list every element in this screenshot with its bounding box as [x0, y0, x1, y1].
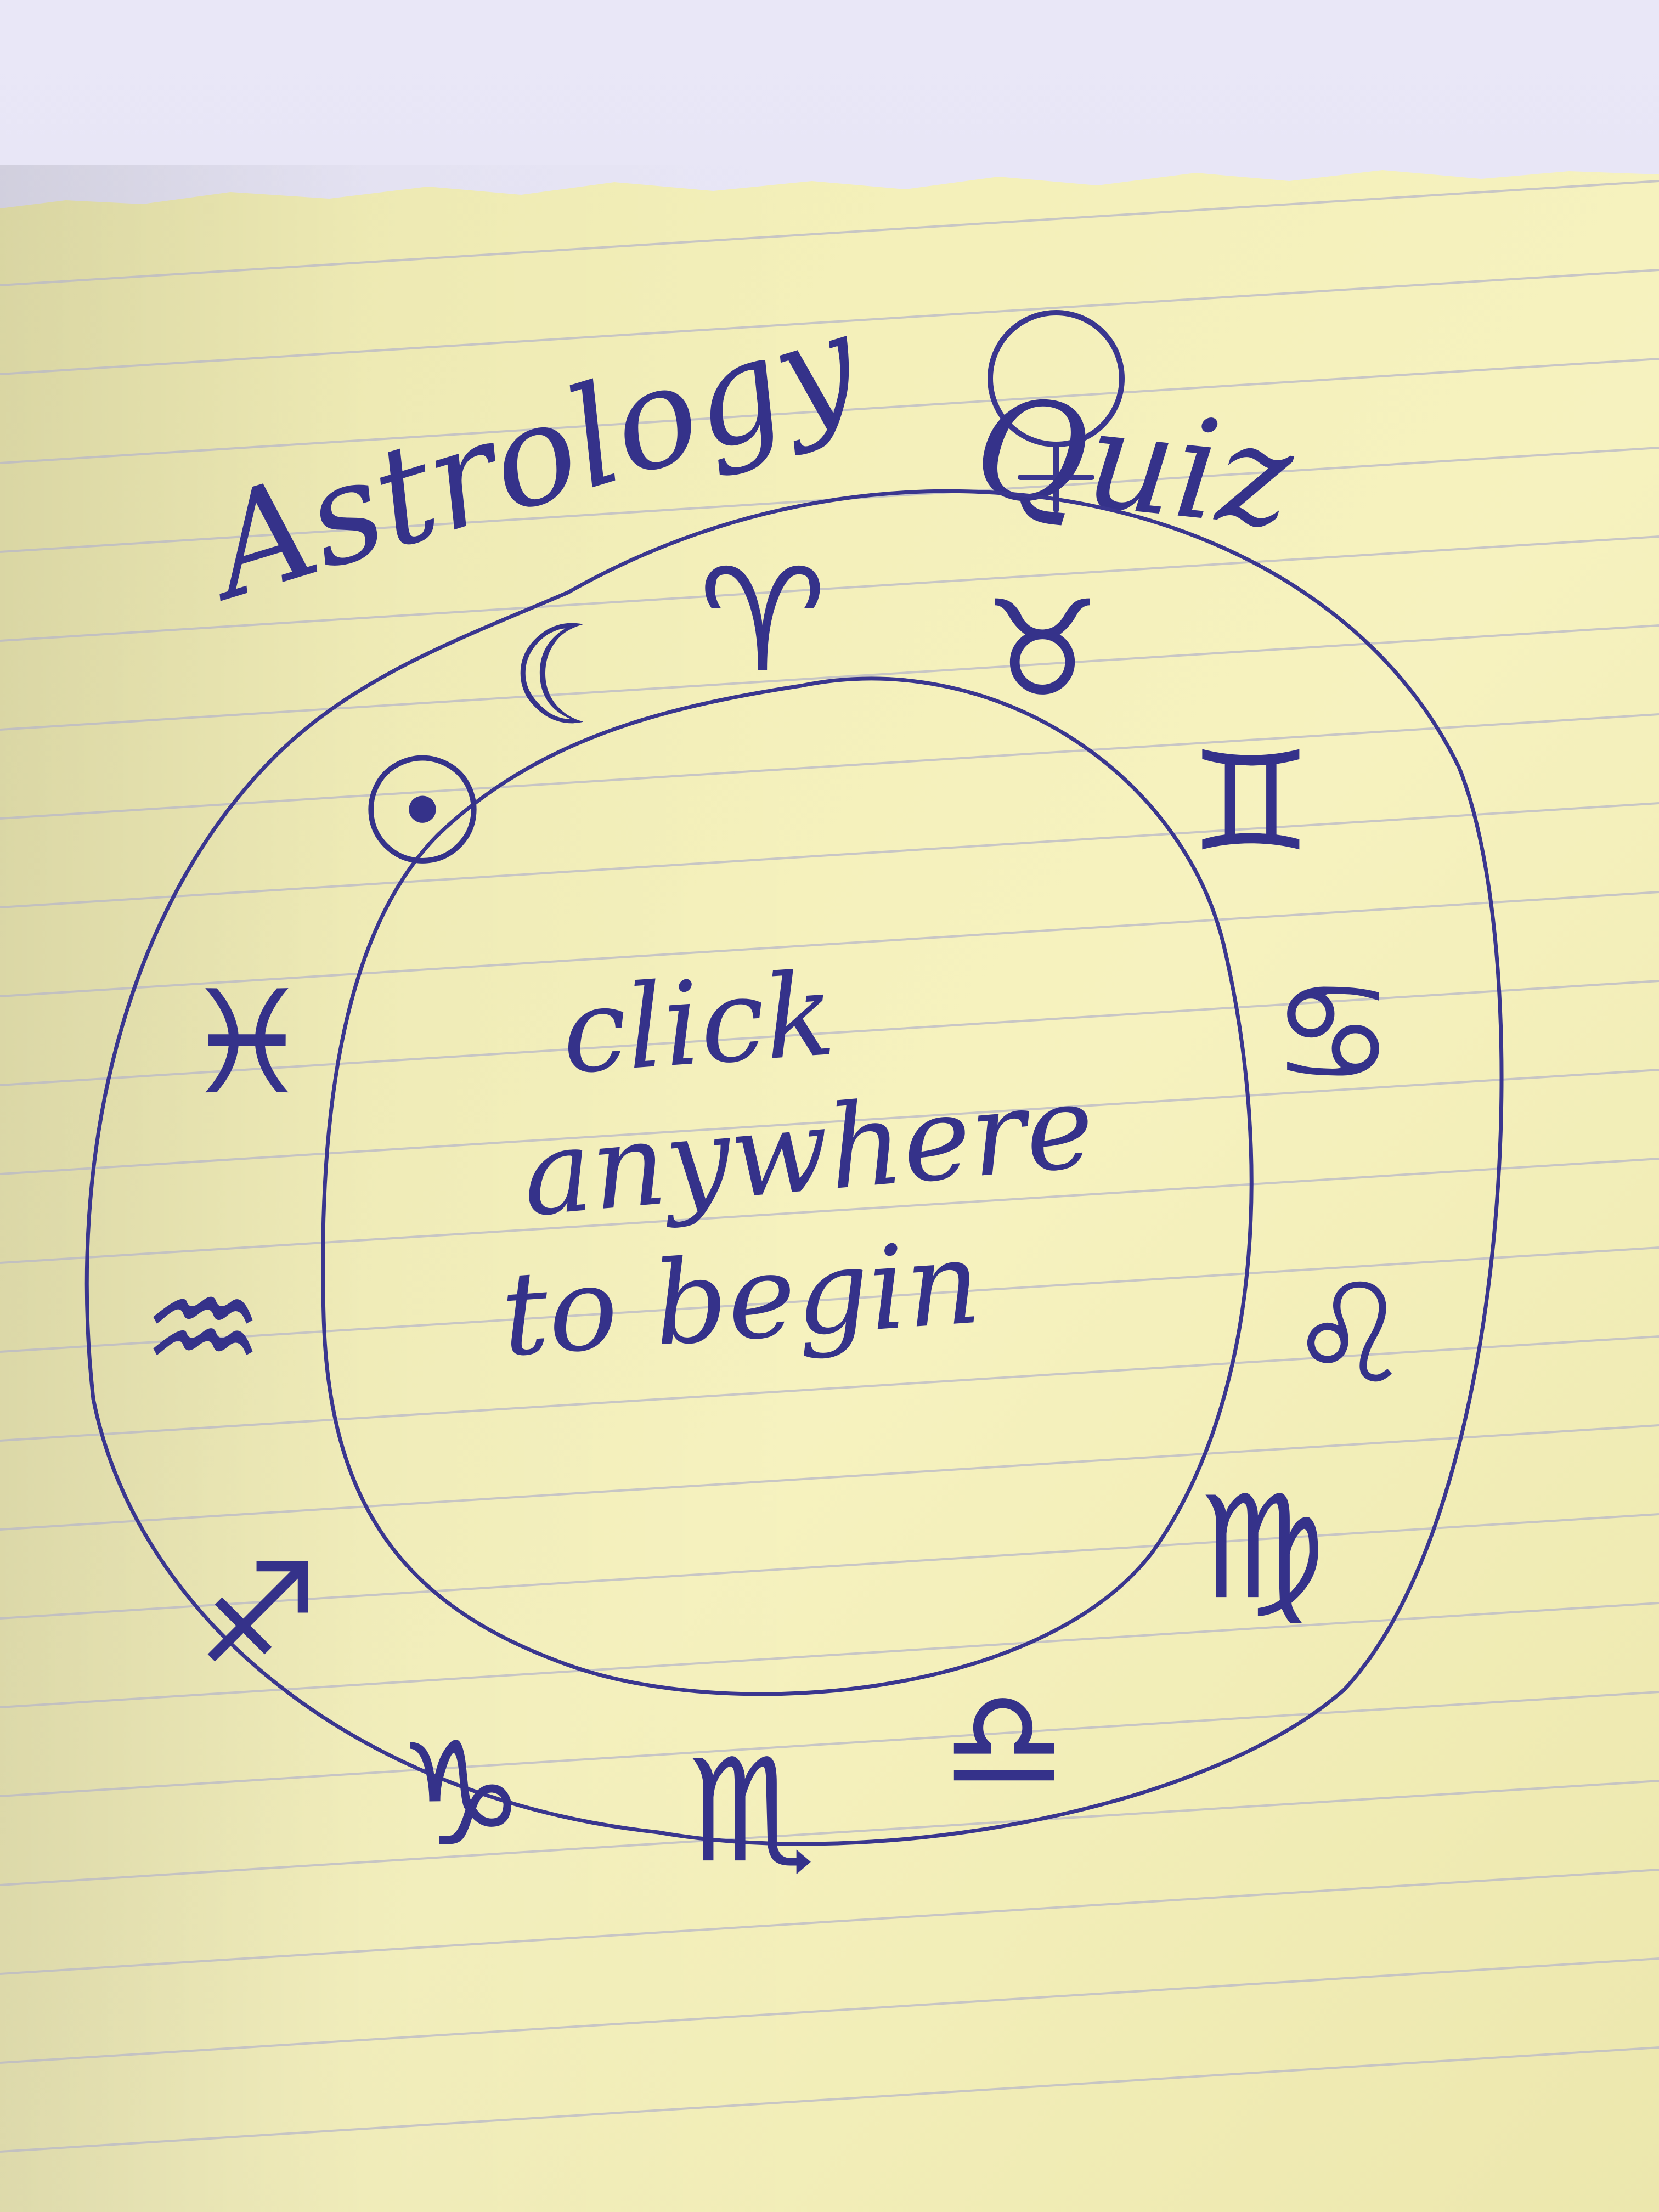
quiz-start-screen[interactable]: Astrology Quiz ☾♈♉♊♋♌♍♎♏♑♐♒♓☉ click anyw… [0, 0, 1659, 2212]
click-anywhere-area[interactable] [0, 0, 1659, 2212]
